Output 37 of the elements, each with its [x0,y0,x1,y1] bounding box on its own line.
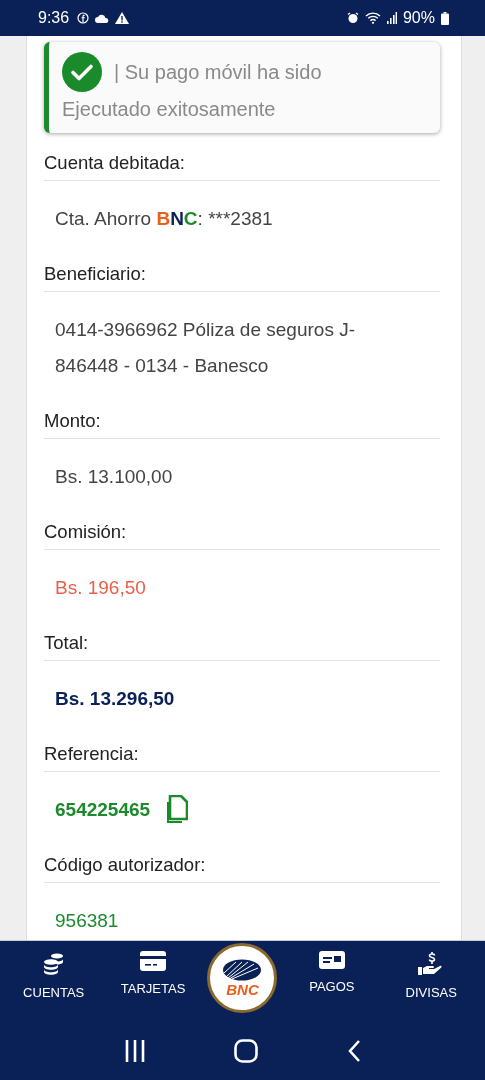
coins-icon [41,951,66,975]
field-label: Monto: [44,404,440,439]
id-card-icon [318,951,345,969]
back-icon[interactable] [346,1038,361,1063]
toast-detail: Ejecutado exitosamente [62,98,277,121]
field-label: Comisión: [44,515,440,550]
field-label: Código autorizador: [44,848,440,883]
field-value: Bs. 196,50 [55,576,146,600]
field-value: Bs. 13.296,50 [55,687,175,711]
toast-message: | Su pago móvil ha sido [114,60,322,84]
home-icon[interactable] [234,1038,259,1063]
nav-tab[interactable]: TARJETAS [108,941,199,996]
field-value: Cta. Ahorro BNC: ***2381 [55,207,273,231]
field-label: Total: [44,626,440,661]
signal-icon [386,12,397,24]
field-value: Bs. 13.100,00 [55,465,173,489]
field-value: 956381 [55,909,119,933]
nav-tab[interactable]: DIVISAS [386,941,477,1000]
field-value: 654225465 [55,798,151,822]
field-label: Cuenta debitada: [44,146,440,181]
recent-apps-icon[interactable] [124,1039,147,1062]
battery-icon [441,11,449,25]
facebook-icon [77,12,90,24]
globe-icon [222,958,263,981]
cloud-icon [95,13,110,23]
nav-tab[interactable]: CUENTAS [8,941,99,1000]
nav-tab[interactable]: PAGOS [286,941,377,994]
field-label: Referencia: [44,737,440,772]
field-label: Beneficiario: [44,257,440,292]
wifi-icon [364,12,381,24]
check-icon [62,52,102,92]
clock-time: 9:36 [38,9,70,27]
alarm-icon [346,12,359,24]
warning-icon [115,12,130,24]
battery-level: 90% [402,9,435,27]
credit-card-icon [140,951,167,971]
field-value: 0414-3966962 Póliza de seguros J-846448 - 0134 - Banesco [55,318,356,378]
